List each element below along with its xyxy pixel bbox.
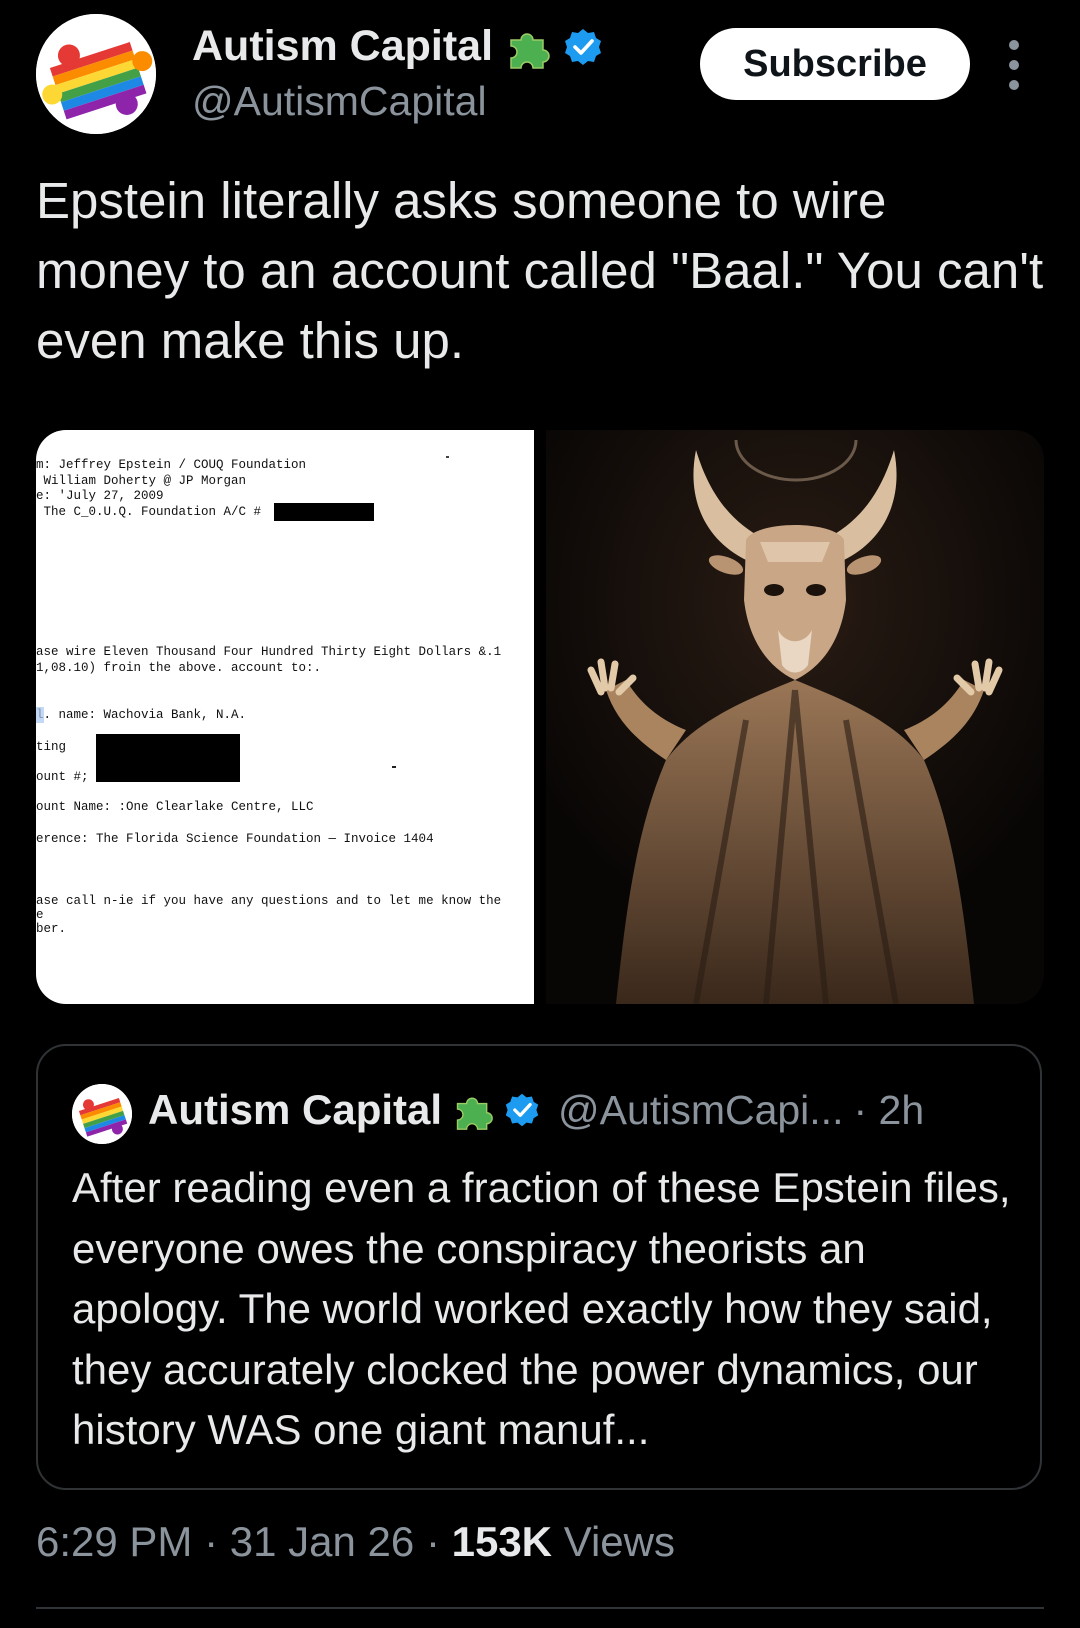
doc-line: William Doherty @ JP Morgan	[36, 474, 247, 488]
quote-timestamp[interactable]: · 2h	[853, 1087, 924, 1134]
more-vertical-icon[interactable]	[1004, 40, 1024, 90]
doc-line: ting	[36, 740, 67, 754]
doc-line: e: 'July 27, 2009	[36, 489, 164, 503]
author-avatar[interactable]	[36, 14, 156, 134]
doc-line: ase wire Eleven Thousand Four Hundred Th…	[36, 645, 502, 659]
media-grid: m: Jeffrey Epstein / COUQ Foundation Wil…	[36, 430, 1044, 1004]
doc-line: The C_0.U.Q. Foundation A/C #	[36, 505, 262, 519]
views-label: Views	[563, 1518, 675, 1565]
doc-line: erence: The Florida Science Foundation —…	[36, 832, 434, 846]
quote-text: After reading even a fraction of these E…	[72, 1164, 1011, 1453]
quote-author-handle[interactable]: @AutismCapi...	[558, 1087, 843, 1134]
views-count[interactable]: 153K	[452, 1518, 552, 1565]
verified-badge-icon	[565, 28, 602, 65]
document-image[interactable]: m: Jeffrey Epstein / COUQ Foundation Wil…	[36, 430, 534, 1004]
green-puzzle-icon	[510, 32, 550, 69]
doc-line: e	[36, 908, 44, 922]
doc-line: ount #;	[36, 770, 89, 784]
doc-line: l. name: Wachovia Bank, N.A.	[36, 708, 247, 722]
more-dot	[1009, 80, 1019, 90]
divider	[36, 1607, 1044, 1609]
baal-figure-image[interactable]	[546, 430, 1044, 1004]
doc-speck	[392, 766, 396, 768]
quote-author-name[interactable]: Autism Capital	[148, 1086, 442, 1134]
author-handle[interactable]: @AutismCapital	[192, 78, 487, 125]
redaction-bar	[96, 734, 240, 782]
meta-separator: ·	[425, 1518, 440, 1565]
author-name-row[interactable]: Autism Capital	[192, 22, 603, 71]
quoted-tweet[interactable]: Autism Capital @AutismCapi... · 2h After…	[36, 1044, 1042, 1490]
tweet-meta: 6:29 PM · 31 Jan 26 · 153K Views	[36, 1518, 675, 1566]
horned-figure-illustration	[546, 430, 1044, 1004]
text-highlight	[36, 707, 44, 723]
doc-speck	[446, 456, 449, 458]
quote-author-avatar[interactable]	[72, 1084, 132, 1144]
rainbow-puzzle-logo	[36, 14, 156, 134]
doc-line: 1,08.10) froin the above. account to:.	[36, 661, 322, 675]
doc-line: m: Jeffrey Epstein / COUQ Foundation	[36, 458, 307, 472]
doc-line: ount Name: :One Clearlake Centre, LLC	[36, 800, 314, 814]
subscribe-button[interactable]: Subscribe	[700, 28, 970, 100]
author-name[interactable]: Autism Capital	[192, 22, 493, 71]
more-dot	[1009, 60, 1019, 70]
rainbow-puzzle-logo	[72, 1084, 132, 1144]
redaction-bar	[274, 503, 374, 521]
more-dot	[1009, 40, 1019, 50]
post-time[interactable]: 6:29 PM	[36, 1518, 192, 1565]
verified-badge-icon	[505, 1093, 539, 1127]
doc-line: ase call n-ie if you have any questions …	[36, 894, 502, 908]
green-puzzle-icon	[456, 1097, 493, 1130]
quote-header: Autism Capital @AutismCapi... · 2h	[148, 1086, 924, 1134]
doc-line: ber.	[36, 922, 67, 936]
tweet-text: Epstein literally asks someone to wire m…	[36, 172, 1044, 369]
post-date[interactable]: 31 Jan 26	[230, 1518, 415, 1565]
meta-separator: ·	[204, 1518, 219, 1565]
